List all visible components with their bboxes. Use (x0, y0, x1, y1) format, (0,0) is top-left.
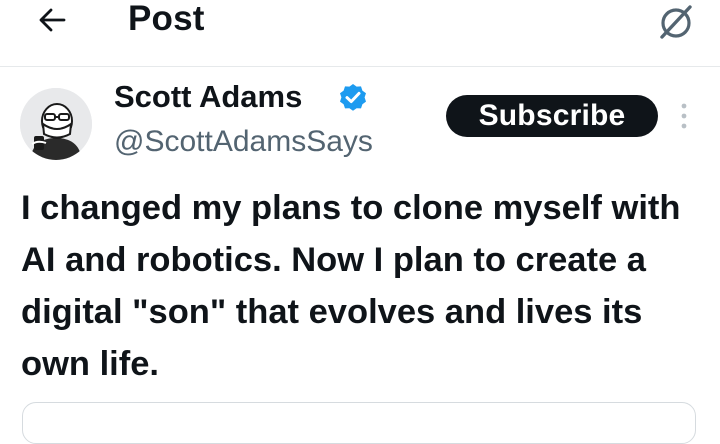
more-vertical-icon[interactable] (672, 98, 696, 134)
author-name[interactable]: Scott Adams (114, 77, 302, 117)
subscribe-button[interactable]: Subscribe (446, 95, 658, 137)
embedded-card[interactable] (22, 402, 696, 444)
top-bar: Post (0, 0, 720, 67)
page-title: Post (128, 0, 205, 38)
post-text: I changed my plans to clone myself with … (21, 189, 681, 383)
author-handle[interactable]: @ScottAdamsSays (114, 122, 373, 162)
grok-icon (660, 5, 692, 39)
verified-badge-icon (340, 84, 366, 111)
grok-button[interactable] (650, 0, 702, 44)
avatar-illustration (20, 88, 92, 160)
arrow-left-icon (39, 8, 66, 32)
avatar[interactable] (20, 88, 92, 160)
back-button[interactable] (30, 0, 74, 40)
